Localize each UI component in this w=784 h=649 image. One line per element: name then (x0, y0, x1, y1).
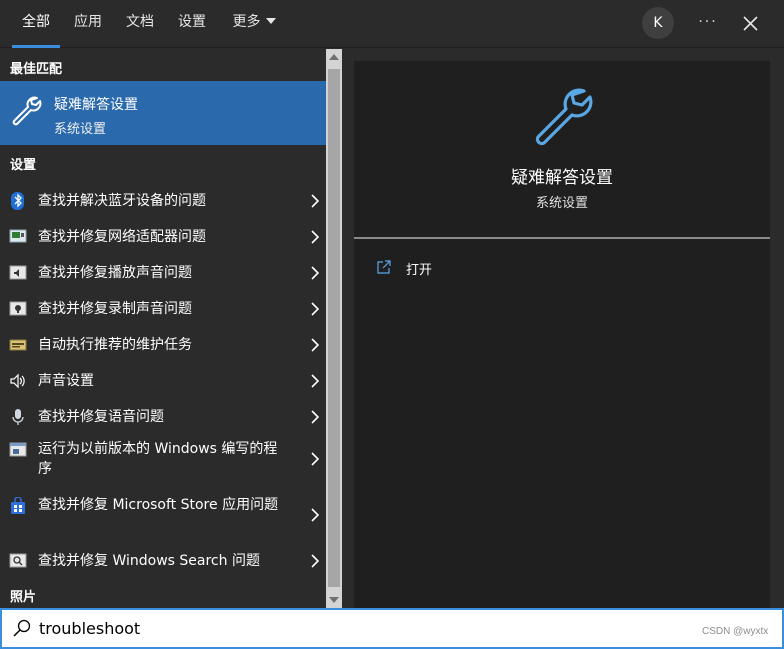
scrollbar-thumb[interactable] (328, 69, 340, 587)
chevron-right-icon (311, 266, 320, 280)
photos-header: 照片 (10, 590, 37, 605)
list-item-label: 查找并修复网络适配器问题 (38, 229, 206, 245)
more-options-button[interactable]: ··· (692, 12, 724, 36)
chevron-down-icon (265, 18, 276, 24)
list-item-label: 查找并修复 Microsoft Store 应用问题 (38, 497, 279, 513)
preview-subtitle: 系统设置 (535, 196, 588, 211)
list-item-windows-search[interactable]: 查找并修复 Windows Search 问题 (0, 543, 326, 579)
chevron-right-icon (311, 410, 320, 424)
best-match-item[interactable]: 疑难解答设置 系统设置 (0, 81, 326, 145)
tab-more[interactable]: 更多 (226, 0, 282, 48)
best-match-title: 疑难解答设置 (54, 97, 138, 113)
network-adapter-icon (9, 229, 27, 243)
list-item-store[interactable]: 查找并修复 Microsoft Store 应用问题 (0, 491, 326, 547)
compatibility-icon (9, 442, 27, 457)
tab-documents[interactable]: 文档 (120, 0, 160, 48)
list-item-compatibility[interactable]: 运行为以前版本的 Windows 编写的程序 (0, 435, 326, 491)
list-item-label: 查找并修复语音问题 (38, 409, 164, 425)
chevron-right-icon (311, 452, 320, 466)
open-action-label: 打开 (406, 263, 433, 278)
list-item-label: 声音设置 (38, 373, 94, 389)
chevron-right-icon (311, 554, 320, 568)
list-item-sound-settings[interactable]: 声音设置 (0, 363, 326, 399)
list-item-label: 查找并解决蓝牙设备的问题 (38, 193, 206, 209)
close-icon (743, 16, 758, 31)
list-item-bluetooth[interactable]: 查找并解决蓝牙设备的问题 (0, 183, 326, 219)
maintenance-icon (9, 339, 27, 351)
search-input[interactable]: troubleshoot (39, 619, 140, 638)
chevron-right-icon (311, 338, 320, 352)
scroll-up-arrow-icon[interactable] (329, 54, 339, 60)
list-item-playback-sound[interactable]: 查找并修复播放声音问题 (0, 255, 326, 291)
search-troubleshoot-icon (9, 553, 27, 568)
open-action[interactable]: 打开 (376, 257, 576, 281)
tab-apps[interactable]: 应用 (68, 0, 108, 48)
account-avatar[interactable]: K (642, 7, 674, 39)
list-item-label: 查找并修复录制声音问题 (38, 301, 192, 317)
search-box[interactable]: troubleshoot (0, 608, 784, 649)
scroll-down-arrow-icon[interactable] (329, 597, 339, 603)
list-item-network[interactable]: 查找并修复网络适配器问题 (0, 219, 326, 255)
tab-all[interactable]: 全部 (12, 0, 60, 48)
best-match-header: 最佳匹配 (10, 62, 63, 77)
chevron-right-icon (311, 302, 320, 316)
chevron-right-icon (311, 508, 320, 522)
search-icon (13, 619, 31, 637)
list-item-maintenance[interactable]: 自动执行推荐的维护任务 (0, 327, 326, 363)
wrench-icon (12, 96, 42, 126)
list-item-recording-sound[interactable]: 查找并修复录制声音问题 (0, 291, 326, 327)
list-item-label: 查找并修复 Windows Search 问题 (38, 553, 260, 569)
wrench-icon (535, 88, 593, 146)
list-item-label: 查找并修复播放声音问题 (38, 265, 192, 281)
chevron-right-icon (311, 194, 320, 208)
open-icon (377, 260, 391, 274)
list-item-label: 运行为以前版本的 Windows 编写的程序 (38, 441, 278, 477)
list-item-label: 自动执行推荐的维护任务 (38, 337, 192, 353)
list-item-speech[interactable]: 查找并修复语音问题 (0, 399, 326, 435)
close-button[interactable] (734, 8, 766, 40)
tab-more-label: 更多 (232, 14, 261, 30)
store-icon (11, 497, 25, 514)
volume-icon (10, 373, 25, 389)
preview-container: 疑难解答设置 系统设置 打开 (342, 49, 784, 608)
best-match-subtitle: 系统设置 (54, 122, 107, 137)
microphone-icon (12, 409, 24, 425)
results-list: 最佳匹配 疑难解答设置 系统设置 设置 查找并解决蓝牙设备的问题 查找并修复网络… (0, 49, 326, 608)
chevron-right-icon (311, 374, 320, 388)
preview-title: 疑难解答设置 (511, 168, 613, 188)
settings-header: 设置 (10, 158, 37, 173)
preview-pane: 疑难解答设置 系统设置 打开 (354, 61, 770, 608)
speaker-troubleshoot-icon (9, 265, 27, 280)
results-scrollbar[interactable] (326, 49, 342, 608)
microphone-troubleshoot-icon (9, 301, 27, 316)
tab-settings[interactable]: 设置 (172, 0, 212, 48)
top-bar: 全部 应用 文档 设置 更多 K ··· (0, 0, 784, 48)
chevron-right-icon (311, 230, 320, 244)
bluetooth-icon (11, 192, 24, 210)
divider (354, 237, 770, 239)
right-edge (770, 49, 784, 608)
watermark: CSDN @wyxtx (702, 626, 769, 637)
